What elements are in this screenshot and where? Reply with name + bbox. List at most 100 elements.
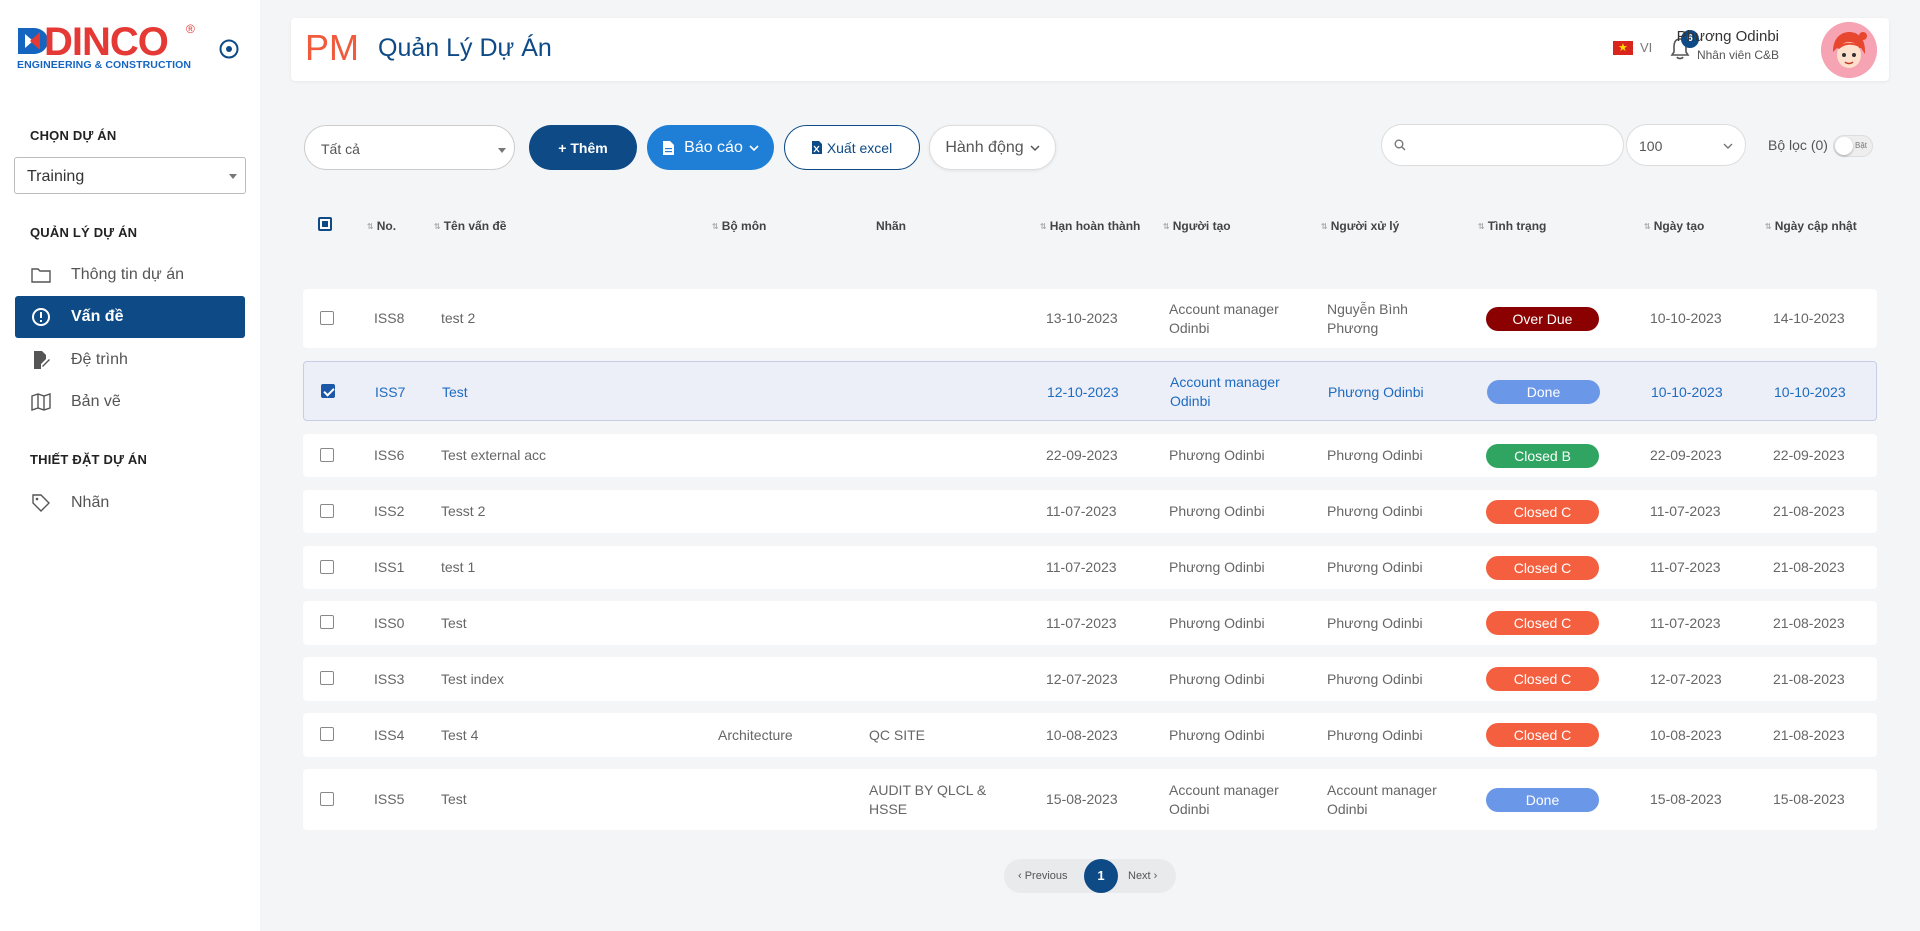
- cell-name[interactable]: Test 4: [441, 713, 681, 757]
- cell-no: ISS4: [374, 726, 405, 743]
- nav-item-project-info[interactable]: Thông tin dự án: [15, 254, 245, 296]
- language-switch[interactable]: VI: [1640, 40, 1652, 55]
- previous-page-button[interactable]: ‹ Previous: [1018, 870, 1068, 882]
- avatar[interactable]: [1821, 22, 1877, 78]
- search-box[interactable]: [1381, 124, 1624, 166]
- folder-icon: [29, 263, 53, 287]
- cell-name[interactable]: test 2: [441, 289, 681, 348]
- select-all-checkbox[interactable]: [318, 217, 332, 231]
- cell-created: 10-08-2023: [1650, 726, 1722, 743]
- cell-name[interactable]: Test: [441, 769, 681, 830]
- cell-creator: Account manager Odinbi: [1169, 781, 1279, 817]
- row-checkbox[interactable]: [320, 504, 334, 518]
- cell-name[interactable]: Test: [441, 601, 681, 645]
- cell-department: [718, 490, 858, 533]
- column-header-creator[interactable]: ⇅ Người tạo: [1163, 219, 1231, 233]
- page-number-button[interactable]: 1: [1084, 859, 1118, 893]
- column-header-label: Tên vấn đề: [443, 219, 507, 233]
- nav-item-label: Vấn đề: [71, 308, 124, 325]
- column-header-assignee[interactable]: ⇅ Người xử lý: [1321, 219, 1399, 233]
- cell-no: ISS2: [374, 503, 405, 519]
- export-excel-button[interactable]: Xuất excel: [784, 125, 920, 170]
- cell-label: [869, 546, 999, 589]
- cell-updated: 15-08-2023: [1773, 791, 1845, 807]
- nav-item-issues[interactable]: Vấn đề: [15, 296, 245, 338]
- row-checkbox[interactable]: [320, 671, 334, 685]
- add-button[interactable]: + Thêm: [529, 125, 637, 170]
- cell-assignee: Phương Odinbi: [1327, 559, 1423, 575]
- cell-name[interactable]: test 1: [441, 546, 681, 589]
- column-header-status[interactable]: ⇅ Tình trạng: [1478, 219, 1546, 233]
- export-excel-label: Xuất excel: [826, 139, 893, 156]
- cell-name[interactable]: Test index: [441, 657, 681, 701]
- status-badge: Closed B: [1486, 444, 1599, 468]
- table-row[interactable]: ISS6 Test external acc 22-09-2023 Phương Od…: [303, 434, 1877, 477]
- filter-label-text: Bộ lọc: [1768, 137, 1807, 153]
- row-checkbox[interactable]: [320, 448, 334, 462]
- status-badge: Done: [1487, 380, 1600, 404]
- column-header-department[interactable]: ⇅ Bộ môn: [712, 219, 766, 233]
- cell-name[interactable]: Test: [442, 362, 682, 422]
- table-row[interactable]: ISS0 Test 11-07-2023 Phương Odinbi Phương Od…: [303, 601, 1877, 645]
- toggle-label: Bật: [1855, 141, 1868, 150]
- file-edit-icon: [29, 348, 53, 372]
- column-header-name[interactable]: ⇅ Tên vấn đề: [434, 219, 506, 233]
- cell-label: [869, 289, 999, 348]
- filter-label: Bộ lọc (0): [1768, 137, 1828, 153]
- cell-name[interactable]: Test external acc: [441, 434, 681, 477]
- chevron-down-icon: [498, 148, 506, 153]
- target-settings-icon[interactable]: [218, 38, 240, 60]
- actions-dropdown[interactable]: Hành động: [929, 125, 1056, 170]
- row-checkbox[interactable]: [320, 727, 334, 741]
- page-size-select[interactable]: 100: [1626, 124, 1746, 166]
- table-row[interactable]: ISS7 Test 12-10-2023 Account manager Odinbi…: [303, 361, 1877, 421]
- column-header-created[interactable]: ⇅ Ngày tạo: [1644, 219, 1704, 233]
- cell-label: [869, 490, 999, 533]
- cell-created: 10-10-2023: [1651, 383, 1723, 400]
- status-filter-select[interactable]: Tất cả: [304, 125, 515, 170]
- table-row[interactable]: ISS1 test 1 11-07-2023 Phương Odinbi Phương …: [303, 546, 1877, 589]
- filter-toggle[interactable]: Bật: [1833, 135, 1873, 157]
- cell-department: [718, 434, 858, 477]
- nav-item-labels[interactable]: Nhãn: [15, 482, 245, 524]
- column-header-label: Người xử lý: [1330, 219, 1400, 233]
- nav-item-label: Bản vẽ: [71, 393, 121, 410]
- column-header-updated[interactable]: ⇅ Ngày cập nhật: [1765, 219, 1857, 233]
- row-checkbox[interactable]: [320, 560, 334, 574]
- project-select[interactable]: Training: [14, 157, 246, 194]
- column-header-no[interactable]: ⇅ No.: [367, 219, 396, 233]
- cell-updated: 21-08-2023: [1773, 503, 1845, 519]
- table-row[interactable]: ISS8 test 2 13-10-2023 Account manager Odin…: [303, 289, 1877, 348]
- sidebar: DINCO ® ENGINEERING & CONSTRUCTION CHỌN …: [0, 0, 260, 931]
- table-row[interactable]: ISS4 Test 4 Architecture QC SITE 10-08-2023 P…: [303, 713, 1877, 757]
- cell-creator: Account manager Odinbi: [1170, 374, 1280, 409]
- cell-created: 22-09-2023: [1650, 447, 1722, 463]
- cell-label: AUDIT BY QLCL & HSSE: [869, 781, 987, 817]
- table-row[interactable]: ISS5 Test AUDIT BY QLCL & HSSE 15-08-2023 Ac…: [303, 769, 1877, 830]
- table-row[interactable]: ISS3 Test index 12-07-2023 Phương Odinbi Phư…: [303, 657, 1877, 701]
- nav-item-drawings[interactable]: Bản vẽ: [15, 381, 245, 423]
- status-badge: Closed C: [1486, 500, 1599, 524]
- cell-assignee: Phương Odinbi: [1328, 383, 1424, 400]
- cell-creator: Account manager Odinbi: [1169, 300, 1279, 336]
- row-checkbox[interactable]: [320, 792, 334, 806]
- user-name[interactable]: Phương Odinbi: [1677, 28, 1779, 45]
- flag-vn-icon[interactable]: ★: [1613, 41, 1633, 55]
- map-icon: [29, 390, 53, 414]
- sort-icon: ⇅: [1644, 222, 1651, 231]
- next-page-button[interactable]: Next ›: [1128, 870, 1157, 882]
- cell-deadline: 22-09-2023: [1046, 447, 1118, 463]
- column-header-deadline[interactable]: ⇅ Hạn hoàn thành: [1040, 219, 1140, 233]
- row-checkbox[interactable]: [320, 615, 334, 629]
- cell-creator: Phương Odinbi: [1169, 447, 1265, 463]
- project-select-value: Training: [27, 168, 85, 185]
- nav-item-submittals[interactable]: Đệ trình: [15, 339, 245, 381]
- row-checkbox[interactable]: [321, 384, 335, 398]
- row-checkbox[interactable]: [320, 311, 334, 325]
- cell-name[interactable]: Tesst 2: [441, 490, 681, 533]
- report-button[interactable]: Báo cáo: [647, 125, 774, 170]
- cell-created: 11-07-2023: [1650, 503, 1721, 519]
- table-row[interactable]: ISS2 Tesst 2 11-07-2023 Phương Odinbi Phương…: [303, 490, 1877, 533]
- sort-icon: ⇅: [1321, 222, 1328, 231]
- search-input[interactable]: [1412, 135, 1612, 157]
